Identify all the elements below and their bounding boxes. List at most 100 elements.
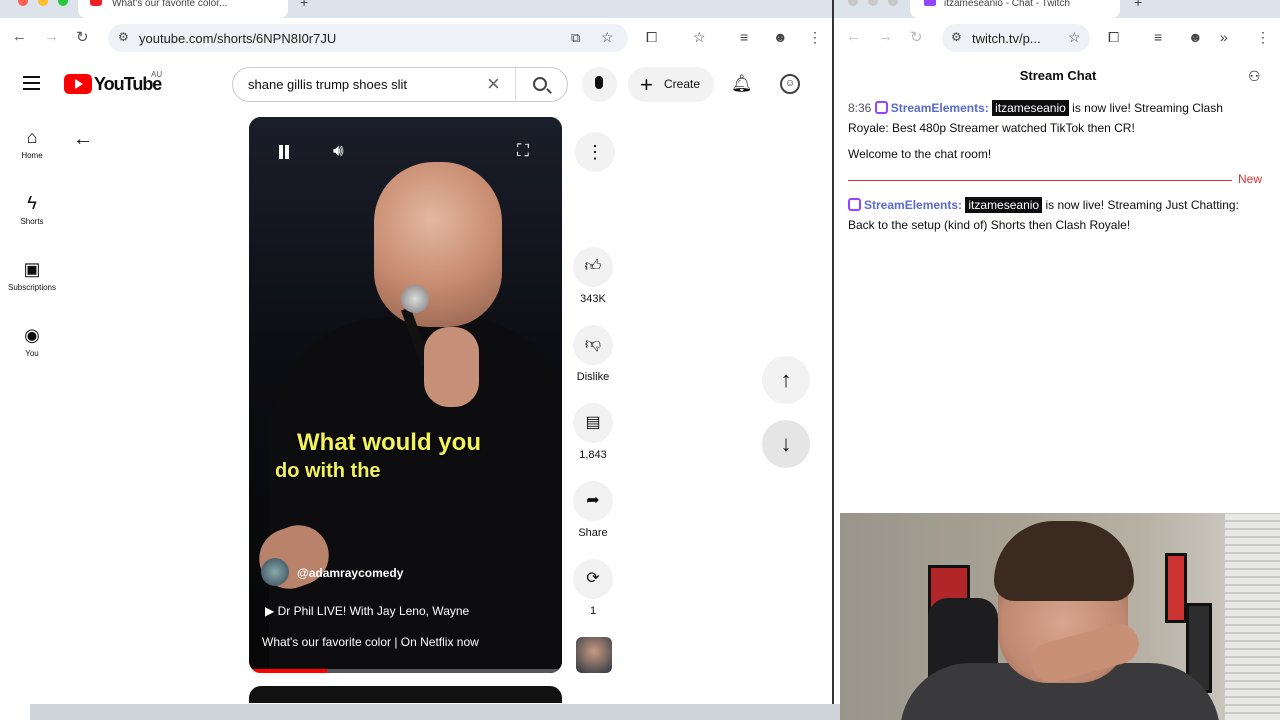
address-bar[interactable]: ⚙ twitch.tv/p... ☆ [942, 24, 1090, 52]
arrow-down-icon: ↓ [780, 431, 792, 456]
extensions-icon[interactable]: ⧠ [1108, 29, 1119, 46]
browser-tab-youtube[interactable]: What's our favorite color... [78, 0, 288, 18]
sidebar-item-subscriptions[interactable]: ▣ Subscriptions [0, 259, 64, 292]
site-info-icon[interactable]: ⚙ [951, 30, 962, 44]
previous-short-button[interactable]: ↑ [762, 356, 810, 404]
volume-icon[interactable]: 🔊︎ [333, 141, 344, 161]
thumbs-down-icon[interactable]: 👎︎ [573, 325, 613, 365]
community-users-icon[interactable]: ⚇ [1248, 68, 1261, 85]
browser-menu-icon[interactable]: ⋮ [808, 29, 822, 46]
video-description[interactable]: What's our favorite color | On Netflix n… [262, 635, 479, 649]
reload-icon[interactable]: ↻ [76, 28, 89, 46]
search-input[interactable]: shane gillis trump shoes slit [248, 77, 407, 92]
profile-icon[interactable]: ☻ [773, 29, 788, 45]
back-arrow-icon[interactable]: ← [73, 128, 93, 151]
channel-avatar[interactable] [261, 558, 289, 586]
account-avatar[interactable]: ☺ [780, 74, 800, 94]
bookmark-star-icon[interactable]: ☆ [601, 29, 614, 46]
share-action[interactable]: ➦ Share [573, 481, 613, 539]
address-url: twitch.tv/p... [972, 31, 1041, 46]
video-progress-fill [249, 669, 328, 673]
minimize-window-button[interactable] [868, 0, 878, 6]
chat-username[interactable]: StreamElements: [891, 101, 989, 115]
close-window-button[interactable] [18, 0, 28, 6]
chat-message-text: Welcome to the chat room! [848, 147, 992, 161]
search-icon[interactable] [533, 77, 547, 91]
video-progress-bar[interactable] [249, 669, 562, 673]
bookmark-star-icon[interactable]: ☆ [1068, 29, 1081, 46]
media-controls-icon[interactable]: ≡ [740, 29, 748, 45]
video-microphone [401, 285, 429, 313]
comment-count: 1,843 [579, 449, 607, 461]
create-button[interactable]: + Create [628, 67, 714, 102]
next-short-preview[interactable] [249, 686, 562, 703]
close-window-button[interactable] [848, 0, 858, 6]
sidebar-item-label: Shorts [20, 217, 44, 226]
channel-name[interactable]: @adamraycomedy [297, 566, 403, 580]
cast-icon[interactable]: ⧉ [571, 30, 580, 46]
zoom-window-button[interactable] [58, 0, 68, 6]
more-options-icon[interactable]: ⋮ [575, 132, 615, 172]
profile-icon[interactable]: ☻ [1188, 29, 1203, 45]
wall-poster [1165, 553, 1187, 623]
bookmarks-icon[interactable]: ☆ [693, 29, 706, 46]
audio-source-thumbnail[interactable] [576, 637, 612, 673]
comments-action[interactable]: ▤ 1,843 [573, 403, 613, 461]
play-icon: ▶ [265, 604, 275, 618]
more-tools-icon[interactable]: » [1220, 29, 1228, 45]
video-caption: What would you do with the [275, 429, 481, 485]
new-tab-icon[interactable]: + [300, 0, 308, 10]
new-tab-icon[interactable]: + [1134, 0, 1142, 10]
sidebar-item-shorts[interactable]: ϟ Shorts [0, 193, 64, 226]
dislike-action[interactable]: 👎︎ Dislike [573, 325, 613, 383]
caption-line-1: What would you [297, 429, 481, 456]
channel-row[interactable]: @adamraycomedy [261, 558, 561, 588]
forward-arrow-icon[interactable]: → [878, 28, 893, 45]
browser-menu-icon[interactable]: ⋮ [1256, 29, 1270, 46]
chat-username[interactable]: StreamElements: [864, 198, 962, 212]
fullscreen-icon[interactable]: ⛶ [517, 141, 529, 161]
remix-icon[interactable]: ⟳ [573, 559, 613, 599]
share-icon[interactable]: ➦ [573, 481, 613, 521]
window-blinds [1225, 513, 1280, 720]
next-short-button[interactable]: ↓ [762, 420, 810, 468]
audio-track-link[interactable]: ▶ Dr Phil LIVE! With Jay Leno, Wayne [265, 604, 469, 618]
address-url: youtube.com/shorts/6NPN8I0r7JU [139, 31, 337, 46]
remix-action[interactable]: ⟳ 1 [573, 559, 613, 617]
voice-search-button[interactable] [582, 67, 617, 102]
site-info-icon[interactable]: ⚙ [118, 30, 129, 44]
chat-message: 8:36 StreamElements: itzameseanio is now… [848, 98, 1266, 138]
clear-search-icon[interactable]: × [487, 71, 500, 97]
verified-badge-icon [848, 198, 861, 211]
sidebar-item-home[interactable]: ⌂ Home [0, 127, 64, 160]
pause-icon[interactable] [278, 145, 290, 159]
browser-tab-twitch[interactable]: itzameseanio - Chat - Twitch [910, 0, 1120, 18]
sidebar-item-you[interactable]: ◉ You [0, 325, 64, 358]
country-code: AU [151, 70, 163, 79]
new-messages-divider [848, 180, 1232, 181]
chat-timestamp: 8:36 [848, 101, 872, 115]
hamburger-menu-icon[interactable] [23, 76, 40, 94]
back-arrow-icon[interactable]: ← [846, 28, 861, 45]
reload-icon[interactable]: ↻ [910, 28, 923, 46]
like-action[interactable]: 👍︎ 343K [573, 247, 613, 305]
forward-arrow-icon[interactable]: → [44, 28, 59, 45]
media-controls-icon[interactable]: ≡ [1154, 29, 1162, 45]
search-box[interactable]: shane gillis trump shoes slit × [232, 67, 568, 102]
home-icon: ⌂ [26, 127, 38, 147]
zoom-window-button[interactable] [888, 0, 898, 6]
sidebar-item-label: You [25, 349, 39, 358]
subscriptions-icon: ▣ [23, 259, 41, 279]
mention-highlight[interactable]: itzameseanio [992, 100, 1069, 116]
minimize-window-button[interactable] [38, 0, 48, 6]
address-bar[interactable]: ⚙ youtube.com/shorts/6NPN8I0r7JU ⧉ ☆ [108, 24, 628, 52]
thumbs-up-icon[interactable]: 👍︎ [573, 247, 613, 287]
tab-bar: What's our favorite color... + [0, 0, 832, 18]
notifications-bell-icon[interactable]: 🔔︎ [731, 74, 753, 94]
shorts-video-player[interactable]: 🔊︎ ⛶ What would you do with the @adamray… [249, 117, 562, 673]
youtube-logo-icon[interactable] [64, 74, 92, 94]
mention-highlight[interactable]: itzameseanio [965, 197, 1043, 213]
comment-icon[interactable]: ▤ [573, 403, 613, 443]
back-arrow-icon[interactable]: ← [12, 28, 27, 45]
extensions-icon[interactable]: ⧠ [646, 29, 657, 46]
